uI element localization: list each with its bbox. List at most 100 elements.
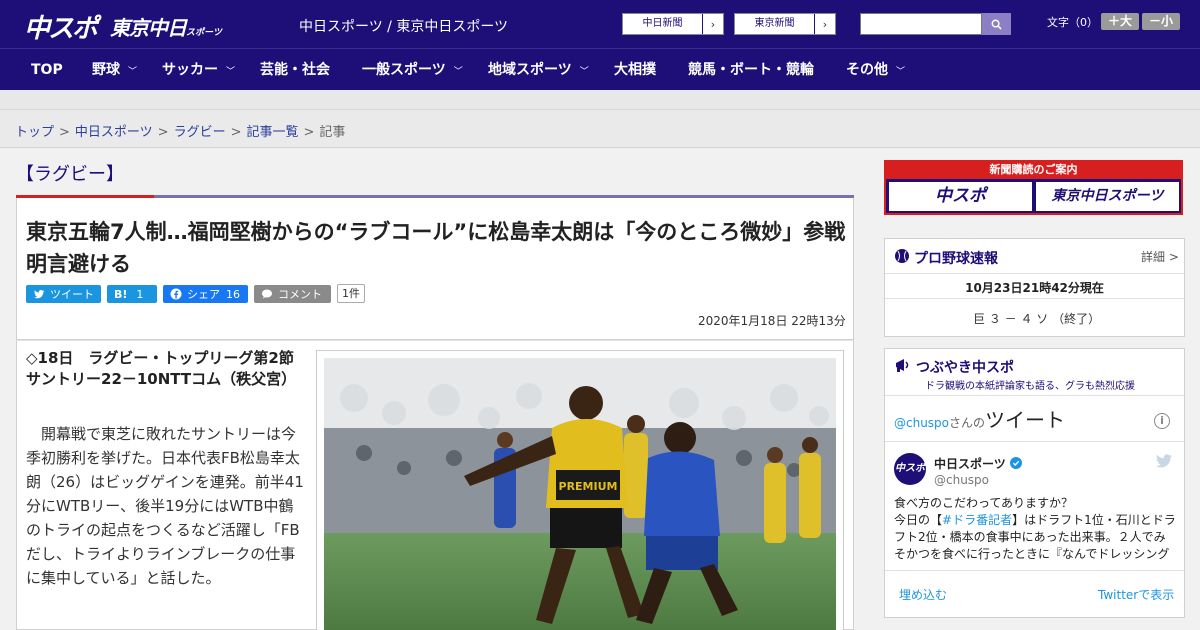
article-photo[interactable]: PREMIUM — [324, 358, 836, 630]
nav-item-soccer[interactable]: サッカー ﹀ — [162, 49, 235, 91]
nav-item-racing[interactable]: 競馬・ボート・競輪 — [688, 49, 814, 91]
chevron-down-icon: ﹀ — [453, 67, 463, 77]
nav-label: 一般スポーツ — [362, 62, 446, 78]
baseball-icon — [895, 249, 909, 263]
tokyo-logo-text: 東京中日 — [110, 16, 187, 40]
speech-bubble-icon — [262, 289, 272, 299]
breadcrumb-separator: > — [230, 125, 242, 140]
tokyo-chunichi-logo[interactable]: 東京中日スポーツ — [110, 12, 222, 41]
nav-item-sumo[interactable]: 大相撲 — [614, 49, 656, 91]
breadcrumb-link-chunichi-sports[interactable]: 中日スポーツ — [75, 125, 153, 140]
chevron-right-icon: › — [710, 17, 716, 31]
account-name-text: 中日スポーツ — [934, 457, 1006, 471]
view-on-twitter-link[interactable]: Twitterで表示 — [1098, 586, 1174, 603]
nav-item-top[interactable]: TOP — [31, 49, 63, 91]
search-input[interactable] — [860, 13, 982, 35]
chevron-down-icon: ﹀ — [896, 67, 906, 77]
breadcrumb-separator: > — [303, 125, 315, 140]
twitter-widget-header: @chuspoさんのツイート — [894, 404, 1065, 433]
nav-item-other[interactable]: その他 ﹀ — [846, 49, 905, 91]
divider — [885, 570, 1184, 571]
chunichi-shimbun-link[interactable]: 中日新聞 › — [622, 13, 724, 35]
breadcrumb-bar: トップ > 中日スポーツ > ラグビー > 記事一覧 > 記事 — [0, 110, 1200, 148]
breadcrumb: トップ > 中日スポーツ > ラグビー > 記事一覧 > 記事 — [15, 121, 345, 140]
twitter-handle-link[interactable]: @chuspo — [894, 416, 949, 430]
chevron-right-icon: › — [822, 17, 828, 31]
info-icon[interactable]: i — [1154, 413, 1170, 429]
nav-item-baseball[interactable]: 野球 ﹀ — [92, 49, 137, 91]
megaphone-icon — [896, 359, 909, 372]
divider — [885, 273, 1184, 274]
comment-button[interactable]: コメント — [254, 285, 331, 303]
comment-label: コメント — [278, 288, 322, 301]
site-name[interactable]: 中日スポーツ / 東京中日スポーツ — [299, 16, 508, 36]
hatena-bookmark-button[interactable]: B! 1 — [107, 285, 157, 303]
breadcrumb-separator: > — [59, 125, 70, 140]
tweet-text-pre: 今日の【 — [894, 513, 943, 527]
nav-label: 地域スポーツ — [488, 62, 572, 78]
tokyo-shimbun-link[interactable]: 東京新聞 › — [734, 13, 836, 35]
ext-link-label: 中日新聞 — [623, 14, 703, 34]
subscribe-logo-chuspo[interactable]: 中スポ — [889, 182, 1032, 211]
chevron-down-icon: ﹀ — [579, 67, 589, 77]
tweet-account-handle[interactable]: @chuspo — [934, 473, 989, 487]
article-lead: ◇18日 ラグビー・トップリーグ第2節 サントリー22－10NTTコム（秩父宮） — [26, 349, 309, 388]
hatena-count: 1 — [136, 287, 144, 301]
nav-label: TOP — [31, 62, 63, 78]
twitter-bird-icon — [34, 289, 45, 299]
chevron-down-icon: ﹀ — [128, 67, 138, 77]
baseball-updated: 10月23日21時42分現在 — [965, 281, 1104, 295]
tsubuyaki-title: つぶやき中スポ — [916, 360, 1014, 376]
nav-label: 競馬・ボート・競輪 — [688, 62, 814, 78]
font-size-label: 文字（0） — [1047, 16, 1098, 29]
facebook-share-button[interactable]: シェア 16 — [163, 285, 248, 303]
article-paragraph: 開幕戦で東芝に敗れたサントリーは今季初勝利を挙げた。日本代表FB松島幸太朗（26… — [26, 425, 304, 587]
ad-strip — [0, 90, 1200, 110]
nav-label: 野球 — [92, 62, 120, 78]
facebook-count: 16 — [226, 287, 240, 301]
tokyo-logo-sub: スポーツ — [186, 28, 222, 38]
nav-label: 芸能・社会 — [260, 62, 330, 78]
chuspo-logo[interactable]: 中スポ — [24, 8, 98, 45]
hatena-label: B! — [114, 287, 128, 301]
baseball-detail-link[interactable]: 詳細 > — [1141, 248, 1179, 265]
nav-item-general-sports[interactable]: 一般スポーツ ﹀ — [362, 49, 463, 91]
verified-badge-icon — [1009, 457, 1022, 469]
subscribe-title: 新聞購読のご案内 — [884, 160, 1183, 179]
divider — [885, 441, 1184, 442]
nav-item-local-sports[interactable]: 地域スポーツ ﹀ — [488, 49, 589, 91]
tweet-line: 今日の【#ドラ番記者】はドラフト1位・石川とドラフト2位・橋本の食事中にあった出… — [894, 512, 1176, 563]
hashtag-link[interactable]: #ドラ番記者 — [942, 513, 1012, 527]
divider — [885, 298, 1184, 299]
facebook-icon — [170, 288, 182, 300]
tweet-label: ツイート — [50, 288, 94, 301]
tweet-button[interactable]: ツイート — [26, 285, 101, 303]
divider — [885, 395, 1184, 396]
main-nav: TOP 野球 ﹀ サッカー ﹀ 芸能・社会 一般スポーツ ﹀ 地域スポーツ ﹀ 大相撲 … — [0, 48, 1200, 90]
breadcrumb-link-article-list[interactable]: 記事一覧 — [247, 125, 299, 140]
tweet-account-name[interactable]: 中日スポーツ — [934, 455, 1022, 472]
tweet-text: 食べ方のこだわってありますか？ 今日の【#ドラ番記者】はドラフト1位・石川とドラ… — [894, 495, 1176, 563]
breadcrumb-link-rugby[interactable]: ラグビー — [174, 125, 226, 140]
search-button[interactable] — [982, 13, 1011, 35]
tsubuyaki-subtitle: ドラ観戦の本紙評論家も語る、グラも熱烈応援 — [925, 381, 1135, 392]
chevron-down-icon: ﹀ — [226, 67, 236, 77]
avatar[interactable]: 中スポ — [894, 453, 926, 485]
ext-link-label: 東京新聞 — [735, 14, 815, 34]
nav-label: サッカー — [162, 62, 218, 78]
tweets-word: ツイート — [985, 408, 1066, 432]
handle-suffix: さんの — [949, 416, 986, 430]
twitter-bird-icon[interactable] — [1156, 454, 1172, 468]
nav-item-entertainment[interactable]: 芸能・社会 — [260, 49, 330, 91]
subscribe-logo-tokyo[interactable]: 東京中日スポーツ — [1036, 182, 1179, 211]
breadcrumb-link-top[interactable]: トップ — [15, 125, 54, 140]
nav-label: その他 — [846, 62, 888, 78]
baseball-score[interactable]: 巨 ３ － ４ ソ （終了） — [973, 310, 1100, 327]
font-smaller-button[interactable]: －小 — [1142, 13, 1180, 30]
comment-count-badge[interactable]: 1件 — [337, 284, 365, 303]
embed-link[interactable]: 埋め込む — [899, 586, 947, 603]
tweet-line: 食べ方のこだわってありますか？ — [894, 496, 1074, 510]
font-bigger-button[interactable]: ＋大 — [1101, 13, 1139, 30]
jersey-text: PREMIUM — [559, 480, 618, 493]
search-icon — [991, 19, 1002, 30]
